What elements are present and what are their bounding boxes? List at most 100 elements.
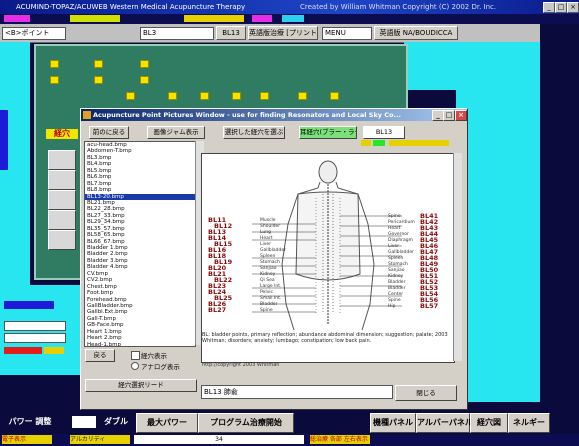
alba-panel-button[interactable]: アルバーパネル bbox=[416, 413, 473, 433]
indicator-chip bbox=[70, 15, 120, 22]
analog-radio[interactable] bbox=[131, 362, 139, 370]
point-organ-label: Lung bbox=[260, 230, 271, 235]
maximize-icon[interactable]: □ bbox=[555, 2, 567, 13]
point-organ-label: Spleen bbox=[388, 256, 404, 261]
double-toggle[interactable]: ダブル bbox=[98, 413, 134, 431]
grid-cell[interactable] bbox=[48, 170, 76, 190]
point-organ-label: Stomach bbox=[260, 260, 280, 265]
top-toolbar: <B>ポイント BL3 BL13 英語版治療 [プリントルーチン] MENU 英… bbox=[0, 24, 545, 43]
acu-window-title-bar: Acupuncture Point Pictures Window - use … bbox=[81, 109, 467, 121]
image-view-button[interactable]: 画像ジャム表示 bbox=[147, 126, 205, 139]
ear-points-button[interactable]: 耳経穴(ブラー・ラーズ) bbox=[299, 126, 357, 139]
point-marker[interactable] bbox=[94, 76, 103, 84]
point-marker[interactable] bbox=[50, 76, 59, 84]
point-select-lead-button[interactable]: 経穴選択リード bbox=[85, 379, 197, 392]
meridian-chart-button[interactable]: 経穴図 bbox=[470, 413, 508, 433]
grid-cell[interactable] bbox=[48, 190, 76, 210]
point-organ-label: Spine bbox=[388, 298, 401, 303]
point-organ-label: Bladder bbox=[260, 302, 278, 307]
english-version-button[interactable]: 英語版 NA/BOUDICCA bbox=[374, 26, 458, 40]
minimize-icon[interactable]: _ bbox=[543, 2, 555, 13]
menu-field[interactable]: MENU bbox=[322, 27, 372, 40]
power-adjust-label: パワー 調整 bbox=[2, 413, 58, 431]
left-panel-field[interactable] bbox=[4, 333, 66, 343]
point-field[interactable]: <B>ポイント bbox=[2, 27, 66, 40]
left-control-panel bbox=[0, 285, 80, 375]
point-organ-label: Bladder bbox=[388, 280, 406, 285]
point-note-input[interactable]: BL13 肺兪 bbox=[201, 385, 393, 399]
left-panel-field[interactable] bbox=[4, 321, 66, 331]
max-power-button[interactable]: 最大パワー bbox=[136, 413, 198, 433]
select-points-button[interactable]: 選択した経穴を選ぶ bbox=[223, 126, 285, 139]
figure-caption: BL: bladder points, primary reflection; … bbox=[202, 332, 452, 360]
point-organ-label: Stomach bbox=[388, 262, 408, 267]
point-organ-label: Governor bbox=[388, 232, 409, 237]
point-label-left[interactable]: BL27 bbox=[208, 306, 226, 314]
point-code-display[interactable]: BL13 bbox=[363, 126, 405, 139]
close-button[interactable]: 閉じる bbox=[395, 385, 457, 401]
back-button[interactable]: 戻る bbox=[85, 349, 115, 362]
print-routine-button[interactable]: 英語版治療 [プリントルーチン] bbox=[248, 26, 318, 40]
right-cyan-panel bbox=[456, 42, 540, 402]
left-blue-bar bbox=[0, 110, 8, 170]
point-organ-label: Liver bbox=[260, 242, 272, 247]
point-label-right[interactable]: BL57 bbox=[420, 302, 438, 310]
point-marker[interactable] bbox=[94, 60, 103, 68]
point-marker[interactable] bbox=[140, 60, 149, 68]
point-organ-label: Kidney bbox=[260, 272, 276, 277]
app-icon bbox=[83, 111, 91, 119]
point-marker[interactable] bbox=[168, 92, 177, 100]
point-marker[interactable] bbox=[260, 92, 269, 100]
energy-button[interactable]: ネルギー bbox=[508, 413, 550, 433]
point-organ-label: Spleen bbox=[260, 254, 276, 259]
main-title-bar: ACUMIND-TOPAZ/ACUWEB Western Medical Acu… bbox=[0, 0, 579, 14]
point-organ-label: Spine bbox=[260, 308, 273, 313]
point-organ-label: Muscle bbox=[260, 218, 276, 223]
point-organ-label: Sanjiao bbox=[388, 268, 405, 273]
point-organ-label: Spine bbox=[388, 214, 401, 219]
start-program-button[interactable]: プログラム治療開始 bbox=[198, 413, 294, 433]
indicator-chip bbox=[373, 140, 385, 146]
maximize-icon[interactable]: □ bbox=[443, 110, 455, 121]
point-organ-label: Kidney bbox=[388, 274, 404, 279]
grid-cell[interactable] bbox=[48, 150, 76, 170]
point-marker[interactable] bbox=[140, 76, 149, 84]
point-organ-label: Hip bbox=[388, 304, 396, 309]
close-icon[interactable]: × bbox=[567, 2, 579, 13]
power-value-box[interactable] bbox=[72, 416, 96, 428]
point-organ-label: Gallbladder bbox=[260, 248, 286, 253]
point-marker[interactable] bbox=[330, 92, 339, 100]
acupuncture-picture-window: Acupuncture Point Pictures Window - use … bbox=[80, 108, 468, 410]
point-organ-label: Gallbladder bbox=[388, 250, 414, 255]
main-window-subtitle: Created by William Whitman Copyright (C)… bbox=[300, 3, 497, 11]
indicator-chip bbox=[389, 140, 449, 146]
file-list-item[interactable]: Head-1.bmp bbox=[85, 342, 195, 346]
point-marker[interactable] bbox=[200, 92, 209, 100]
indicator-strip bbox=[0, 14, 579, 24]
point-marker[interactable] bbox=[50, 60, 59, 68]
point-organ-label: Liver bbox=[388, 244, 400, 249]
bl13-button[interactable]: BL13 bbox=[216, 26, 246, 40]
grid-cell[interactable] bbox=[48, 210, 76, 230]
image-file-list[interactable]: acu-head.bmp Abdomen-T.bmp BL3.bmp BL4.bmp B… bbox=[84, 141, 196, 347]
indicator-chip bbox=[184, 15, 244, 22]
left-panel-red-indicator bbox=[4, 347, 42, 354]
point-organ-label: Pelvic bbox=[260, 290, 273, 295]
prev-button[interactable]: 前のに戻る bbox=[89, 126, 129, 139]
close-icon[interactable]: × bbox=[455, 110, 467, 121]
model-panel-button[interactable]: 機種パネル bbox=[370, 413, 416, 433]
point-organ-label: Large Int. bbox=[260, 284, 282, 289]
point-organ-label: Pericardium bbox=[388, 220, 415, 225]
point-organ-label: Small Int. bbox=[260, 296, 282, 301]
point-code-field[interactable]: BL3 bbox=[140, 27, 214, 40]
analog-label: アナログ表示 bbox=[141, 363, 180, 371]
point-marker[interactable] bbox=[126, 92, 135, 100]
point-organ-label: Qi Sea bbox=[260, 278, 275, 283]
grid-cell[interactable] bbox=[48, 230, 76, 250]
indicator-chip bbox=[282, 15, 304, 22]
point-display-checkbox[interactable] bbox=[131, 351, 140, 360]
point-marker[interactable] bbox=[232, 92, 241, 100]
point-organ-label: Shoulder bbox=[260, 224, 281, 229]
figure-scrollbar[interactable] bbox=[453, 153, 462, 361]
point-marker[interactable] bbox=[298, 92, 307, 100]
